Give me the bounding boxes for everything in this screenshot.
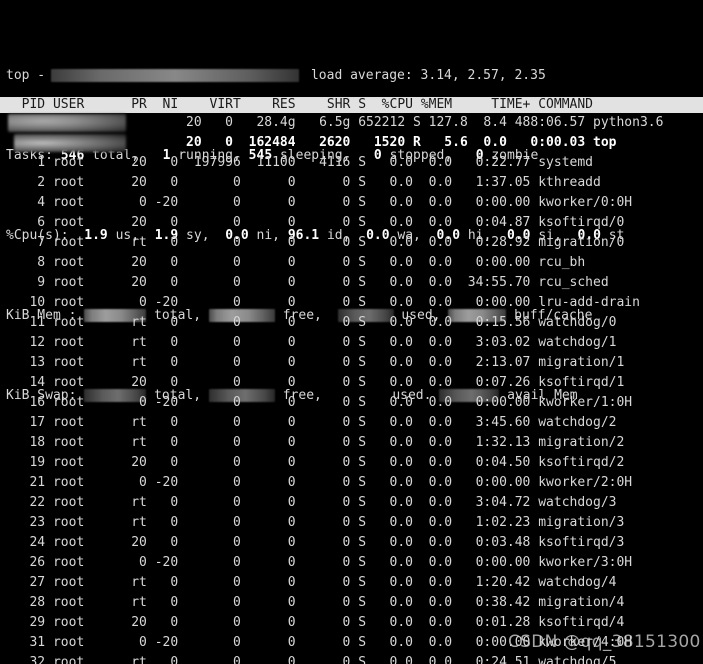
top-command-label: top - [6, 68, 53, 83]
table-row[interactable]: 22 root rt 0 0 0 0 S 0.0 0.0 3:04.72 wat… [0, 493, 703, 513]
process-row-text: 1 root 20 0 197996 11100 4116 S 0.0 0.0 … [6, 155, 593, 170]
table-row[interactable]: 31 root 0 -20 0 0 0 S 0.0 0.0 0:00.00 kw… [0, 633, 703, 653]
process-row-text: 26 root 0 -20 0 0 0 S 0.0 0.0 0:00.00 kw… [6, 555, 633, 570]
table-row[interactable]: 20 0 162484 2620 1520 R 5.6 0.0 0:00.03 … [0, 133, 703, 153]
table-row[interactable]: 4 root 0 -20 0 0 0 S 0.0 0.0 0:00.00 kwo… [0, 193, 703, 213]
process-row-text: 6 root 20 0 0 0 0 S 0.0 0.0 0:04.87 ksof… [6, 215, 625, 230]
table-row[interactable]: 11 root rt 0 0 0 0 S 0.0 0.0 0:15.56 wat… [0, 313, 703, 333]
table-row[interactable]: 26 root 0 -20 0 0 0 S 0.0 0.0 0:00.00 kw… [0, 553, 703, 573]
process-row-text: 29 root 20 0 0 0 0 S 0.0 0.0 0:01.28 kso… [6, 615, 625, 630]
uptime-redaction-bar [50, 69, 299, 82]
process-row-text: 8 root 20 0 0 0 0 S 0.0 0.0 0:00.00 rcu_… [6, 255, 586, 270]
table-row[interactable]: 1 root 20 0 197996 11100 4116 S 0.0 0.0 … [0, 153, 703, 173]
table-row[interactable]: 17 root rt 0 0 0 0 S 0.0 0.0 3:45.60 wat… [0, 413, 703, 433]
process-row-text: 23 root rt 0 0 0 0 S 0.0 0.0 1:02.23 mig… [6, 515, 625, 530]
process-row-text: 2 root 20 0 0 0 0 S 0.0 0.0 1:37.05 kthr… [6, 175, 601, 190]
table-row[interactable]: 6 root 20 0 0 0 0 S 0.0 0.0 0:04.87 ksof… [0, 213, 703, 233]
table-row[interactable]: 28 root rt 0 0 0 0 S 0.0 0.0 0:38.42 mig… [0, 593, 703, 613]
table-row[interactable]: 9 root 20 0 0 0 0 S 0.0 0.0 34:55.70 rcu… [0, 273, 703, 293]
process-row-text: 9 root 20 0 0 0 0 S 0.0 0.0 34:55.70 rcu… [6, 275, 609, 290]
table-row[interactable]: 16 root 0 -20 0 0 0 S 0.0 0.0 0:00.00 kw… [0, 393, 703, 413]
process-row-text: 14 root 20 0 0 0 0 S 0.0 0.0 0:07.26 kso… [6, 375, 625, 390]
process-row-text: 28 root rt 0 0 0 0 S 0.0 0.0 0:38.42 mig… [6, 595, 625, 610]
process-identity-redaction-bar [14, 134, 126, 152]
process-row-text: 27 root rt 0 0 0 0 S 0.0 0.0 1:20.42 wat… [6, 575, 617, 590]
summary-line-uptime: top - load average: 3.14, 2.57, 2.35 [6, 66, 703, 86]
table-row[interactable]: 7 root rt 0 0 0 0 S 0.0 0.0 0:28.92 migr… [0, 233, 703, 253]
process-row-text: 10 root 0 -20 0 0 0 S 0.0 0.0 0:00.00 lr… [6, 295, 640, 310]
table-row[interactable]: 24 root 20 0 0 0 0 S 0.0 0.0 0:03.48 kso… [0, 533, 703, 553]
process-row-text: 12 root rt 0 0 0 0 S 0.0 0.0 3:03.02 wat… [6, 335, 617, 350]
table-row[interactable]: 2 root 20 0 0 0 0 S 0.0 0.0 1:37.05 kthr… [0, 173, 703, 193]
table-row[interactable]: 20 0 28.4g 6.5g 652212 S 127.8 8.4 488:0… [0, 113, 703, 133]
process-identity-redaction-bar [8, 114, 126, 132]
table-row[interactable]: 14 root 20 0 0 0 0 S 0.0 0.0 0:07.26 kso… [0, 373, 703, 393]
process-table-body[interactable]: 20 0 28.4g 6.5g 652212 S 127.8 8.4 488:0… [0, 113, 703, 664]
table-row[interactable]: 27 root rt 0 0 0 0 S 0.0 0.0 1:20.42 wat… [0, 573, 703, 593]
process-row-text: 11 root rt 0 0 0 0 S 0.0 0.0 0:15.56 wat… [6, 315, 617, 330]
table-row[interactable]: 21 root 0 -20 0 0 0 S 0.0 0.0 0:00.00 kw… [0, 473, 703, 493]
table-row[interactable]: 12 root rt 0 0 0 0 S 0.0 0.0 3:03.02 wat… [0, 333, 703, 353]
process-row-text: 4 root 0 -20 0 0 0 S 0.0 0.0 0:00.00 kwo… [6, 195, 633, 210]
process-row-text: 7 root rt 0 0 0 0 S 0.0 0.0 0:28.92 migr… [6, 235, 625, 250]
table-row[interactable]: 18 root rt 0 0 0 0 S 0.0 0.0 1:32.13 mig… [0, 433, 703, 453]
process-row-text: 13 root rt 0 0 0 0 S 0.0 0.0 2:13.07 mig… [6, 355, 625, 370]
table-row[interactable]: 29 root 20 0 0 0 0 S 0.0 0.0 0:01.28 kso… [0, 613, 703, 633]
process-table-header-text: PID USER PR NI VIRT RES SHR S %CPU %MEM … [6, 97, 593, 112]
table-row[interactable]: 10 root 0 -20 0 0 0 S 0.0 0.0 0:00.00 lr… [0, 293, 703, 313]
process-row-text: 19 root 20 0 0 0 0 S 0.0 0.0 0:04.50 kso… [6, 455, 625, 470]
process-table-header[interactable]: PID USER PR NI VIRT RES SHR S %CPU %MEM … [0, 97, 703, 113]
table-row[interactable]: 19 root 20 0 0 0 0 S 0.0 0.0 0:04.50 kso… [0, 453, 703, 473]
process-row-text: 16 root 0 -20 0 0 0 S 0.0 0.0 0:00.00 kw… [6, 395, 633, 410]
process-row-text: 31 root 0 -20 0 0 0 S 0.0 0.0 0:00.00 kw… [6, 635, 633, 650]
terminal-window[interactable]: top - load average: 3.14, 2.57, 2.35 Tas… [0, 0, 703, 664]
table-row[interactable]: 23 root rt 0 0 0 0 S 0.0 0.0 1:02.23 mig… [0, 513, 703, 533]
process-row-text: 17 root rt 0 0 0 0 S 0.0 0.0 3:45.60 wat… [6, 415, 617, 430]
table-row[interactable]: 8 root 20 0 0 0 0 S 0.0 0.0 0:00.00 rcu_… [0, 253, 703, 273]
process-row-text: 32 root rt 0 0 0 0 S 0.0 0.0 0:24.51 wat… [6, 655, 617, 664]
process-row-text: 24 root 20 0 0 0 0 S 0.0 0.0 0:03.48 kso… [6, 535, 625, 550]
process-row-text: 22 root rt 0 0 0 0 S 0.0 0.0 3:04.72 wat… [6, 495, 617, 510]
table-row[interactable]: 32 root rt 0 0 0 0 S 0.0 0.0 0:24.51 wat… [0, 653, 703, 664]
table-row[interactable]: 13 root rt 0 0 0 0 S 0.0 0.0 2:13.07 mig… [0, 353, 703, 373]
load-average-text: load average: 3.14, 2.57, 2.35 [310, 68, 546, 83]
process-row-text: 21 root 0 -20 0 0 0 S 0.0 0.0 0:00.00 kw… [6, 475, 633, 490]
process-row-text: 18 root rt 0 0 0 0 S 0.0 0.0 1:32.13 mig… [6, 435, 625, 450]
